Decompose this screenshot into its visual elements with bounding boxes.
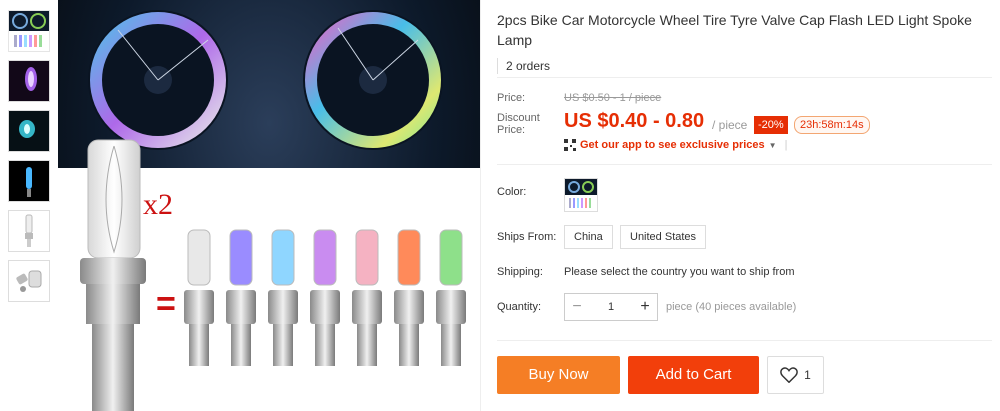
thumbnail-purple-led-image	[9, 61, 49, 101]
divider-line	[497, 340, 992, 341]
vertical-divider	[480, 0, 481, 411]
shipping-label: Shipping:	[497, 266, 543, 278]
ships-from-option-china[interactable]: China	[564, 225, 613, 249]
current-price: US $0.40 - 0.80	[564, 110, 705, 132]
price-label: Price:	[497, 92, 526, 104]
product-title: 2pcs Bike Car Motorcycle Wheel Tire Tyre…	[497, 12, 972, 48]
thumbnail-3[interactable]	[8, 110, 50, 152]
thumbnail-4[interactable]	[8, 160, 50, 202]
thumbnail-valve-image	[25, 214, 33, 247]
quantity-available-text: piece (40 pieces available)	[666, 301, 797, 313]
multiplier-text: x2	[143, 188, 173, 221]
heart-icon	[780, 367, 798, 383]
main-image-graphic	[58, 10, 480, 411]
thumbnail-list	[8, 10, 50, 310]
order-count: 2 orders	[497, 58, 992, 74]
main-product-image[interactable]: x2 =	[58, 0, 480, 411]
discount-badge: -20%	[754, 116, 788, 134]
wishlist-count: 1	[804, 368, 811, 382]
thumbnail-6[interactable]	[8, 260, 50, 302]
ships-from-label: Ships From:	[497, 231, 557, 243]
app-promo-link[interactable]: Get our app to see exclusive prices ▼ |	[564, 139, 787, 151]
equals-sign: =	[156, 285, 176, 323]
wishlist-button[interactable]: 1	[767, 356, 824, 394]
product-info: 2pcs Bike Car Motorcycle Wheel Tire Tyre…	[497, 10, 992, 74]
app-promo-text: Get our app to see exclusive prices	[580, 139, 765, 151]
thumbnail-cyan-led-image	[9, 111, 49, 151]
thumbnail-parts-image	[16, 270, 42, 292]
quantity-increase-button[interactable]: +	[633, 294, 657, 320]
thumbnail-5[interactable]	[8, 210, 50, 252]
add-to-cart-button[interactable]: Add to Cart	[628, 356, 759, 394]
quantity-decrease-button[interactable]: −	[565, 294, 589, 320]
original-price: US $0.50 - 1 / piece	[564, 92, 662, 104]
ships-from-option-united-states[interactable]: United States	[620, 225, 707, 249]
thumbnail-2[interactable]	[8, 60, 50, 102]
app-promo-separator: |	[784, 139, 788, 151]
quantity-stepper: − 1 +	[564, 293, 658, 321]
shipping-info-text: Please select the country you want to sh…	[564, 266, 795, 278]
thumbnail-wheels-image	[9, 11, 49, 47]
price-unit: / piece	[712, 118, 748, 132]
buy-now-button[interactable]: Buy Now	[497, 356, 620, 394]
quantity-label: Quantity:	[497, 301, 542, 313]
color-label: Color:	[497, 186, 527, 198]
thumbnail-blue-led-image	[9, 161, 49, 201]
divider-line	[497, 77, 992, 78]
quantity-input[interactable]: 1	[589, 301, 633, 313]
chevron-down-icon: ▼	[768, 140, 777, 150]
product-page: x2 = 2pcs Bike Car Motorcycle Wheel Tire…	[0, 0, 1000, 411]
color-swatch-image	[565, 179, 597, 208]
qr-code-icon	[564, 139, 576, 151]
divider-line	[497, 164, 992, 165]
color-option-swatch[interactable]	[564, 178, 598, 212]
countdown-timer: 23h:58m:14s	[794, 116, 870, 134]
discount-price-label: Discount Price:	[497, 112, 540, 136]
thumbnail-1[interactable]	[8, 10, 50, 52]
